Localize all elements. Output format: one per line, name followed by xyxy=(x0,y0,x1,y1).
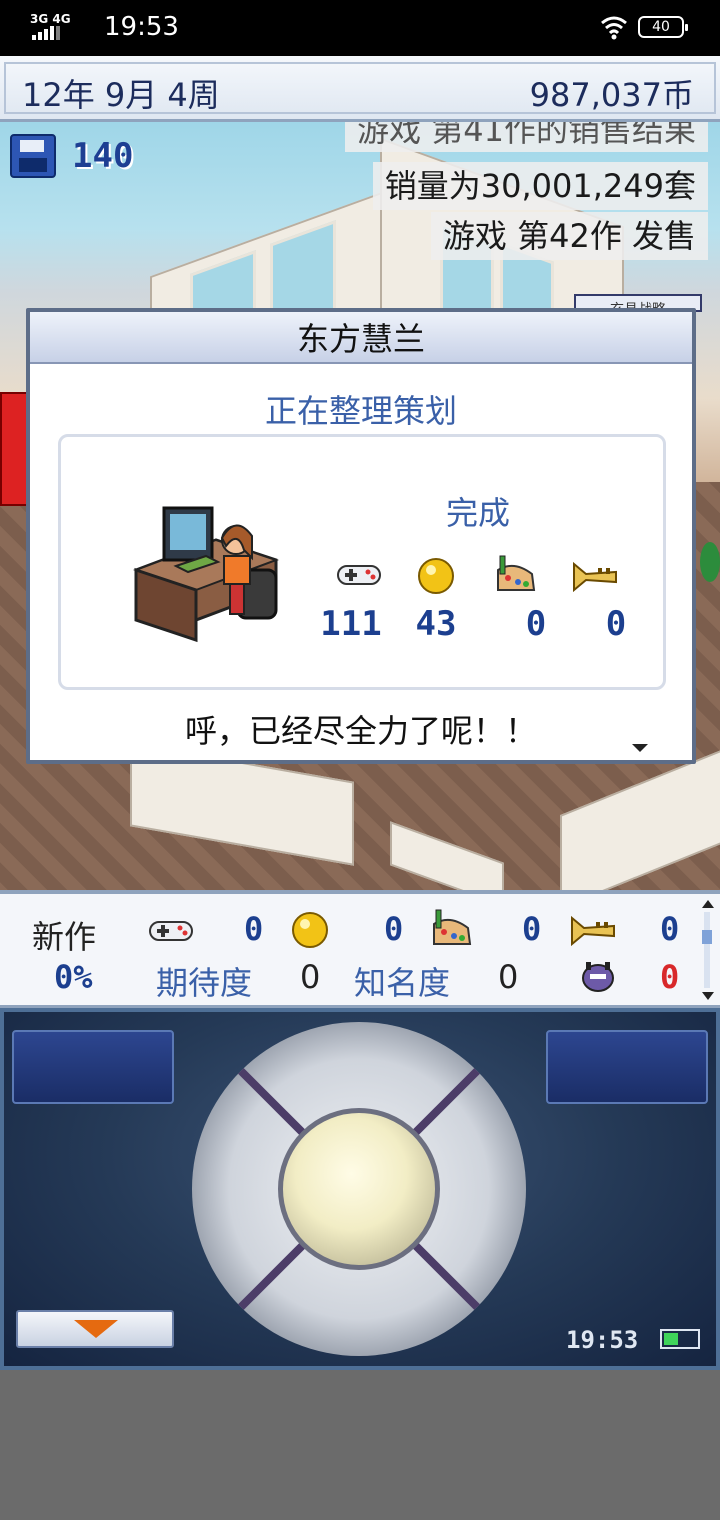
stat-value-creativity: 43 xyxy=(415,604,457,644)
expectation-label: 期待度 xyxy=(156,964,253,1002)
plant xyxy=(700,542,720,582)
money-counter: 987,037币 xyxy=(529,76,694,114)
system-status-bar: 3G 4G 19:53 40 xyxy=(0,0,720,56)
wifi-icon xyxy=(601,16,627,40)
news-ticker-line: 销量为30,001,249套 xyxy=(372,162,708,210)
graphics-value: 0 xyxy=(522,910,542,948)
sound-value: 0 xyxy=(660,910,680,948)
stat-value-graphics: 0 xyxy=(525,604,547,644)
network-type-label: 3G 4G xyxy=(30,12,71,26)
fame-label: 知名度 xyxy=(354,964,451,1002)
gamepad-icon xyxy=(337,565,381,585)
gamepad-icon xyxy=(149,921,193,941)
palette-icon xyxy=(433,909,472,945)
expectation-value: 0 xyxy=(300,958,321,996)
fun-value: 0 xyxy=(244,910,264,948)
news-ticker-line: 游戏 第42作 发售 xyxy=(430,212,708,260)
stat-value-fun: 111 xyxy=(320,604,382,644)
stat-value-sound: 0 xyxy=(605,604,627,644)
continue-arrow-icon[interactable] xyxy=(632,744,648,752)
progress-percent: 0% xyxy=(54,958,93,996)
left-soft-button[interactable] xyxy=(12,1030,174,1104)
scroll-down-button[interactable] xyxy=(16,1310,174,1348)
stats-scrollbar[interactable] xyxy=(700,900,714,1000)
signal-icon xyxy=(32,26,62,40)
staff-status-dialog[interactable]: 东方慧兰 正在整理策划 完成 111 43 0 0 呼，已经尽全力了呢！！ xyxy=(26,308,696,764)
gold-orb-icon xyxy=(418,558,454,594)
staff-name: 东方慧兰 xyxy=(30,312,692,364)
gold-orb-icon xyxy=(292,912,328,948)
dpad[interactable] xyxy=(192,1022,526,1356)
palette-icon xyxy=(497,555,536,591)
battery-icon: 40 xyxy=(638,16,688,38)
done-label: 完成 xyxy=(446,494,511,532)
trumpet-icon xyxy=(573,561,617,592)
work-status: 正在整理策划 xyxy=(264,392,457,430)
staff-at-desk-icon xyxy=(133,506,279,643)
status-time: 19:53 xyxy=(104,12,179,42)
new-game-stats-bar: 新作 0 0 0 0 0% 期待度 0 知名度 0 0 xyxy=(0,890,720,1008)
game-date: 12年 9月 4周 xyxy=(22,76,220,114)
bug-icon xyxy=(582,962,614,992)
fame-value: 0 xyxy=(498,958,519,996)
news-ticker-partial: 游戏 第41作的销售结果 xyxy=(345,122,708,152)
staff-message: 呼，已经尽全力了呢！！ xyxy=(184,712,537,750)
trumpet-icon xyxy=(571,915,615,946)
controller-clock: 19:53 xyxy=(566,1326,639,1354)
new-work-label: 新作 xyxy=(32,918,97,956)
dpad-center-button[interactable] xyxy=(278,1108,440,1270)
game-info-bar: 12年 9月 4周 987,037币 xyxy=(0,56,720,122)
bug-count: 0 xyxy=(660,958,680,996)
creativity-value: 0 xyxy=(384,910,404,948)
save-disk-icon[interactable] xyxy=(10,134,56,178)
save-count: 140 xyxy=(72,136,134,176)
right-soft-button[interactable] xyxy=(546,1030,708,1104)
battery-icon xyxy=(660,1329,700,1349)
